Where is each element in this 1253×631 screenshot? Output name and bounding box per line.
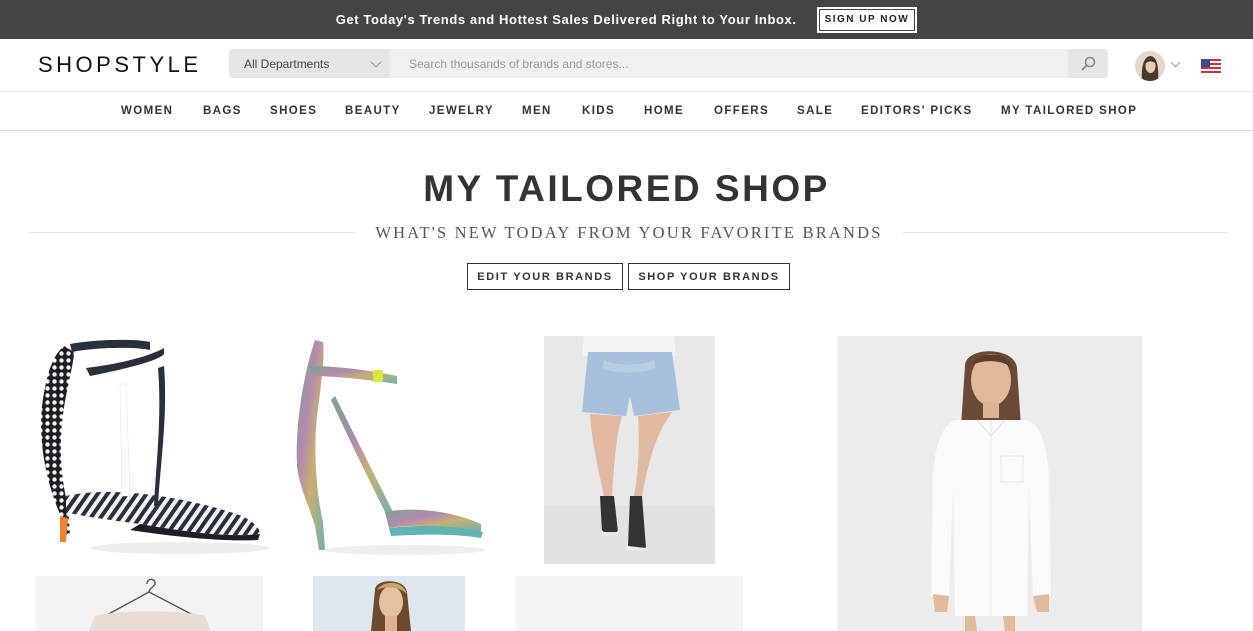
page-title: MY TAILORED SHOP [423,168,830,209]
product-card[interactable] [515,576,743,631]
nav-item-offers[interactable]: OFFERS [714,105,769,117]
product-image [41,339,270,554]
search-input[interactable] [390,49,1068,78]
chevron-down-icon[interactable] [1170,57,1181,68]
page-subtitle: WHAT'S NEW TODAY FROM YOUR FAVORITE BRAN… [375,223,883,242]
product-image [544,336,715,564]
nav-item-home[interactable]: HOME [644,105,684,117]
shopstyle-logo[interactable]: SHOPSTYLE [38,52,202,78]
product-card[interactable] [35,576,263,631]
promo-bar: Get Today's Trends and Hottest Sales Del… [0,0,1253,39]
divider [29,232,355,233]
shop-brands-button[interactable]: SHOP YOUR BRANDS [628,263,790,290]
header: SHOPSTYLE All Departments [0,39,1253,91]
search-button[interactable] [1068,49,1108,78]
edit-brands-button[interactable]: EDIT YOUR BRANDS [467,263,623,290]
product-card[interactable] [837,336,1142,631]
us-flag-icon[interactable] [1201,59,1221,73]
department-label: All Departments [244,56,330,71]
nav-item-bags[interactable]: BAGS [203,105,242,117]
product-image [313,576,465,631]
nav-item-beauty[interactable]: BEAUTY [345,105,401,117]
nav-item-my-tailored-shop[interactable]: MY TAILORED SHOP [1001,105,1137,117]
product-image [296,340,485,555]
product-card[interactable] [313,576,465,631]
nav-item-sale[interactable]: SALE [797,105,833,117]
chevron-down-icon [370,56,382,68]
product-card[interactable] [544,336,715,564]
main-nav: WOMEN BAGS SHOES BEAUTY JEWELRY MEN KIDS… [0,91,1253,131]
search-icon [1081,56,1095,71]
product-card[interactable] [285,336,490,564]
nav-item-kids[interactable]: KIDS [582,105,615,117]
product-image [35,576,263,631]
sign-up-button[interactable]: SIGN UP NOW [815,5,919,34]
department-select[interactable]: All Departments [229,49,390,78]
nav-item-editors-picks[interactable]: EDITORS' PICKS [861,105,973,117]
product-card[interactable] [30,336,270,564]
divider [903,232,1228,233]
nav-item-women[interactable]: WOMEN [121,105,173,117]
nav-item-men[interactable]: MEN [522,105,552,117]
avatar[interactable] [1135,51,1165,81]
nav-item-shoes[interactable]: SHOES [270,105,317,117]
product-image [837,336,1142,631]
nav-item-jewelry[interactable]: JEWELRY [429,105,494,117]
promo-text: Get Today's Trends and Hottest Sales Del… [335,12,797,27]
